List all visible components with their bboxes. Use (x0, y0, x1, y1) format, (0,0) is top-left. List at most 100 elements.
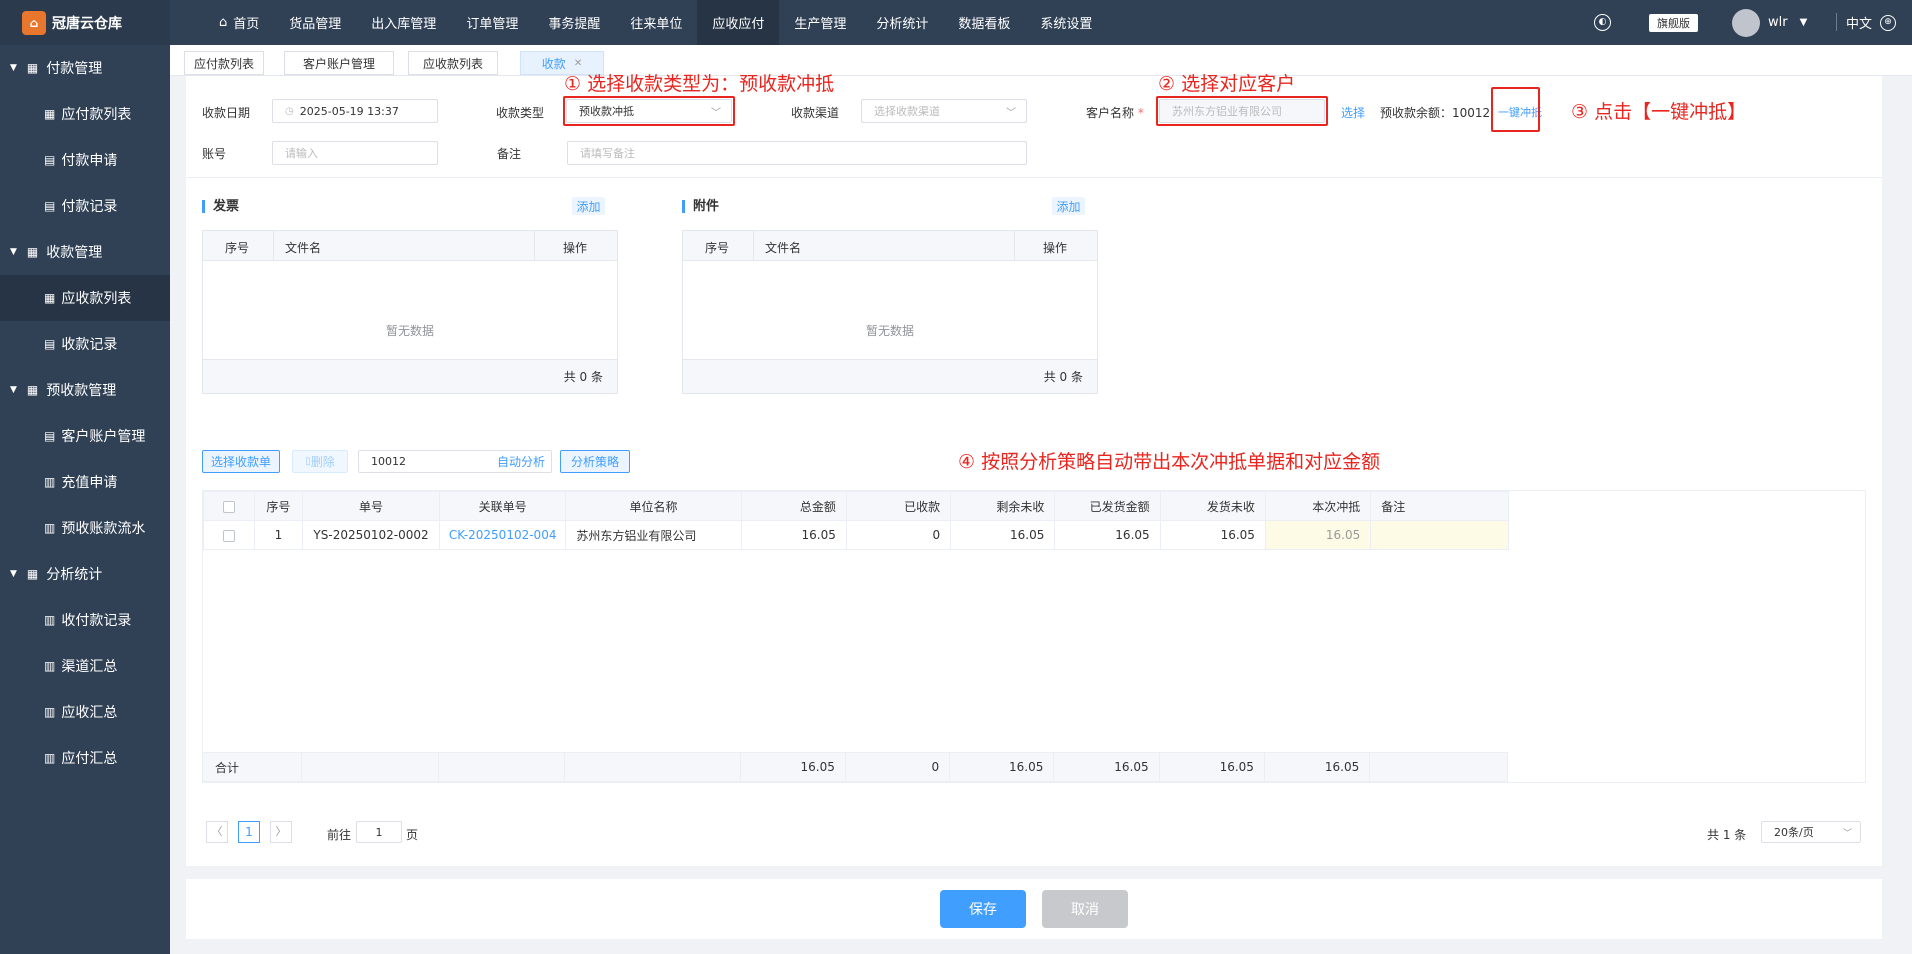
topnav-item[interactable]: ⌂ 首页 (204, 0, 274, 45)
theme-icon[interactable]: ◐ (1594, 0, 1611, 45)
sidebar-item-label: 应收汇总 (61, 705, 118, 721)
table-header: 总金额 (740, 491, 847, 521)
page-size-select[interactable]: 20条/页 ﹀ (1761, 821, 1861, 843)
receipt-form-panel: 收款日期 ◷ 2025-05-19 13:37 收款类型 预收款冲抵 ﹀ 收款渠… (186, 73, 1882, 866)
menu-item-icon: ▥ (44, 475, 56, 489)
table-cell (1370, 520, 1509, 550)
topnav-item[interactable]: 分析统计 (861, 0, 943, 45)
topnav-item[interactable]: 订单管理 (451, 0, 533, 45)
sidebar-item-label: 渠道汇总 (61, 659, 118, 675)
sidebar-item-label: 应付汇总 (61, 751, 118, 767)
related-order-link[interactable]: CK-20250102-004 (438, 520, 567, 550)
caret-down-icon: ▼ (10, 247, 17, 257)
user-menu[interactable]: wlr ▼ (1732, 0, 1807, 45)
topnav-item[interactable]: 事务提醒 (533, 0, 615, 45)
sidebar-group[interactable]: ▼ ▦ 预收款管理 (0, 367, 170, 413)
sidebar-item[interactable]: ▤ 客户账户管理 (0, 413, 170, 459)
app-name: 冠唐云仓库 (52, 15, 122, 32)
topnav-item[interactable]: 系统设置 (1025, 0, 1107, 45)
divider (186, 177, 1882, 178)
amount-input[interactable]: 10012 自动分析 (358, 450, 552, 473)
sidebar-item[interactable]: ▤ 付款记录 (0, 183, 170, 229)
sidebar-item[interactable]: ▦ 应付款列表 (0, 91, 170, 137)
sidebar-item[interactable]: ▥ 应付汇总 (0, 735, 170, 781)
totals-empty-cell (301, 752, 439, 782)
menu-item-icon: ▤ (44, 429, 56, 443)
sidebar-group[interactable]: ▼ ▦ 分析统计 (0, 551, 170, 597)
menu-item-icon: ▦ (44, 291, 56, 305)
sidebar-item-label: 预收账款流水 (61, 521, 146, 537)
auto-analyze-link[interactable]: 自动分析 (497, 453, 545, 470)
table-header: 剩余未收 (950, 491, 1056, 521)
caret-down-icon: ▼ (10, 569, 17, 579)
goto-input[interactable]: 1 (356, 821, 402, 843)
account-input[interactable]: 请输入 (272, 141, 438, 165)
topnav-item[interactable]: 出入库管理 (356, 0, 451, 45)
menu-item-icon: ▥ (44, 521, 56, 535)
note-label: 备注 (497, 147, 522, 161)
sidebar-item[interactable]: ▤ 付款申请 (0, 137, 170, 183)
table-cell: 0 (845, 520, 952, 550)
table-row[interactable]: 1 YS-20250102-0002 CK-20250102-004 苏州东方铝业有限… (203, 520, 1509, 550)
tab-customer-account[interactable]: 客户账户管理 (284, 51, 394, 75)
sidebar-item-label: 充值申请 (61, 475, 118, 491)
topnav-item[interactable]: 货品管理 (274, 0, 356, 45)
page-current[interactable]: 1 (238, 821, 260, 843)
receipt-table-wrap: 序号 单号 关联单号 单位名称 总金额 已收款 剩余未收 已发货金额 发货未收 本次冲抵 备注 1Y… (201, 490, 1866, 783)
select-receipt-button[interactable]: 选择收款单 (202, 450, 280, 473)
chevron-down-icon: ﹀ (1842, 828, 1852, 839)
cancel-button[interactable]: 取消 (1042, 890, 1128, 928)
row-checkbox[interactable] (203, 520, 255, 550)
caret-down-icon: ▼ (10, 385, 17, 395)
topnav-item[interactable]: 数据看板 (943, 0, 1025, 45)
app-logo[interactable]: ⌂ 冠唐云仓库 (0, 0, 170, 45)
home-icon: ⌂ (219, 15, 228, 30)
table-header: 序号 (253, 491, 304, 521)
language-switch[interactable]: 中文 ⊕ (1846, 0, 1897, 45)
tab-payable-list[interactable]: 应付款列表 (184, 51, 264, 75)
menu-item-icon: ▥ (44, 613, 56, 627)
sidebar-item[interactable]: ▦ 应收款列表 (0, 275, 170, 321)
select-customer-link[interactable]: 选择 (1341, 104, 1365, 121)
sidebar-item-label: 收付款记录 (61, 613, 132, 629)
topnav-item[interactable]: 往来单位 (615, 0, 697, 45)
sidebar-item[interactable]: ▤ 收款记录 (0, 321, 170, 367)
date-input[interactable]: ◷ 2025-05-19 13:37 (272, 99, 438, 123)
table-header: 发货未收 (1159, 491, 1266, 521)
totals-empty-cell (437, 752, 566, 782)
sidebar-item[interactable]: ▥ 渠道汇总 (0, 643, 170, 689)
avatar (1732, 8, 1760, 37)
close-icon[interactable]: ✕ (574, 58, 582, 69)
strategy-button[interactable]: 分析策略 (560, 450, 630, 473)
topnav-item[interactable]: 应收应付 (697, 0, 780, 45)
annotation-step3: ③ 点击【一键冲抵】 (1571, 101, 1747, 123)
topnav-item[interactable]: 生产管理 (779, 0, 861, 45)
sidebar-item[interactable]: ▥ 预收账款流水 (0, 505, 170, 551)
sidebar-group[interactable]: ▼ ▦ 收款管理 (0, 229, 170, 275)
save-button[interactable]: 保存 (940, 890, 1026, 928)
attachment-add-button[interactable]: 添加 (1052, 197, 1085, 215)
caret-down-icon: ▼ (10, 63, 17, 73)
menu-item-icon: ▦ (44, 107, 56, 121)
sidebar-item[interactable]: ▥ 收付款记录 (0, 597, 170, 643)
note-input[interactable]: 请填写备注 (567, 141, 1027, 165)
tab-receivable-list[interactable]: 应收款列表 (408, 51, 498, 75)
menu-item-icon: ▤ (44, 199, 56, 213)
col-filename: 文件名 (765, 241, 802, 255)
totals-cell: 16.05 (739, 752, 846, 782)
sidebar-item-label: 收款记录 (61, 337, 118, 353)
next-page-button[interactable]: 〉 (270, 821, 292, 843)
caret-down-icon: ▼ (1799, 17, 1808, 28)
sidebar-item[interactable]: ▥ 充值申请 (0, 459, 170, 505)
sidebar-item[interactable]: ▥ 应收汇总 (0, 689, 170, 735)
delete-button[interactable]: ▯ 删除 (292, 450, 348, 473)
prev-page-button[interactable]: 〈 (206, 821, 228, 843)
attachment-table: 序号 文件名 操作 暂无数据 共 0 条 (682, 230, 1098, 394)
chevron-down-icon: ﹀ (1006, 107, 1016, 119)
logo-icon: ⌂ (22, 10, 46, 35)
table-cell[interactable]: 16.05 (1264, 520, 1372, 550)
channel-select[interactable]: 选择收款渠道 ﹀ (861, 99, 1027, 123)
select-all-checkbox[interactable] (203, 491, 255, 521)
sidebar-group[interactable]: ▼ ▦ 付款管理 (0, 45, 170, 91)
invoice-add-button[interactable]: 添加 (572, 197, 605, 215)
